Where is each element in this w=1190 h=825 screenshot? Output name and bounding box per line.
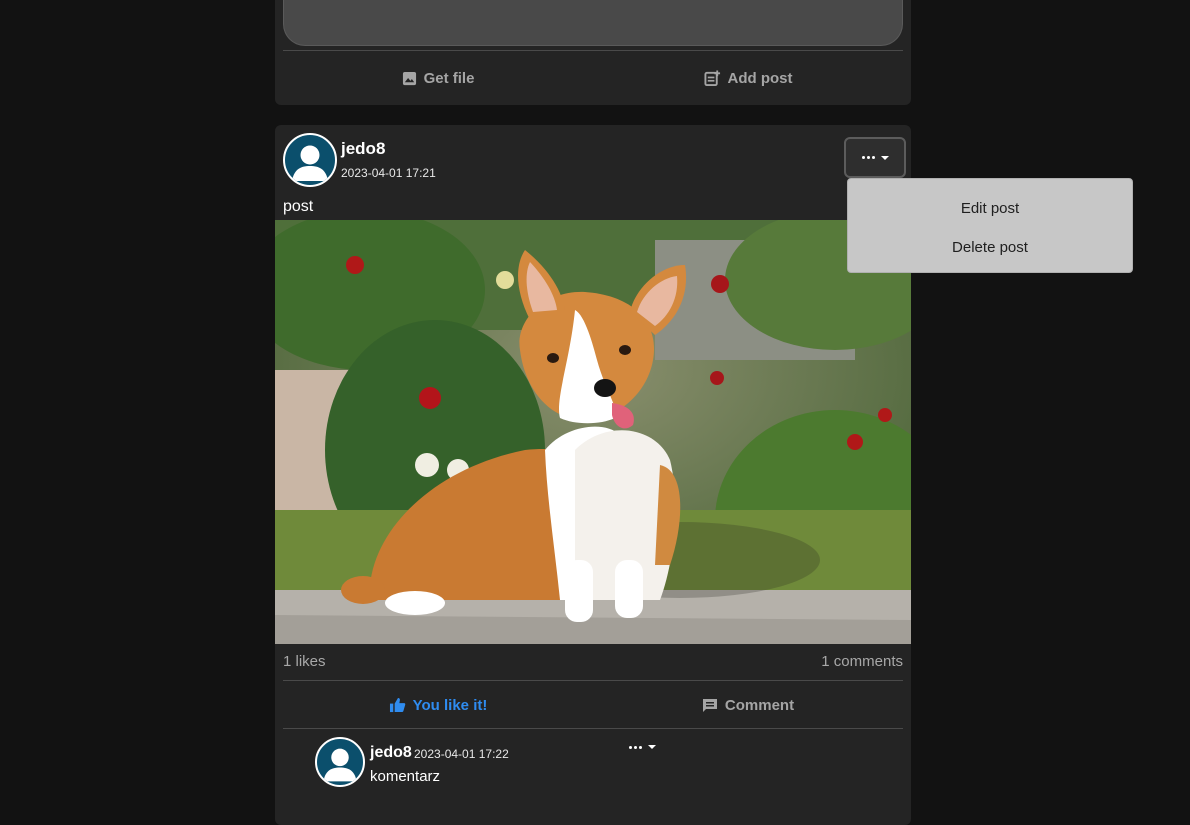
more-icon [861,156,875,159]
avatar[interactable] [283,133,337,187]
post-author[interactable]: jedo8 [341,139,385,159]
comment-button[interactable]: Comment [593,682,903,728]
post-date: 2023-04-01 17:21 [341,166,436,180]
like-button[interactable]: You like it! [283,682,593,728]
comment-avatar[interactable] [315,737,365,787]
delete-post-menu-item[interactable]: Delete post [848,228,1132,267]
more-icon [629,745,642,749]
comment-label: Comment [724,696,795,714]
post-actions: You like it! Comment [283,682,903,728]
likes-count[interactable]: 1 likes [283,653,326,670]
post-card: jedo8 2023-04-01 17:21 post 1 likes 1 co… [275,125,911,825]
comment-author[interactable]: jedo8 [370,744,412,762]
add-post-label: Add post [727,69,793,87]
post-options-menu: Edit post Delete post [847,178,1133,273]
post-image[interactable] [275,220,911,644]
post-stats: 1 likes 1 comments [283,653,903,670]
chevron-down-icon [880,155,889,160]
create-post-actions: Get file Add post [283,51,903,105]
comments-count[interactable]: 1 comments [821,653,903,670]
divider [283,728,903,729]
comment-options-button[interactable] [629,745,656,749]
add-post-button[interactable]: Add post [593,51,903,105]
get-file-label: Get file [423,69,475,87]
comment-icon [702,698,718,713]
create-post-card: Get file Add post [275,0,911,105]
post-textarea[interactable] [283,0,903,46]
comment-date: 2023-04-01 17:22 [414,747,509,761]
post-options-button[interactable] [844,137,906,178]
post-text: post [283,198,314,215]
add-post-icon [703,69,721,87]
edit-post-menu-item[interactable]: Edit post [848,189,1132,228]
like-label: You like it! [412,696,488,714]
chevron-down-icon [648,745,656,749]
divider [283,680,903,681]
comment-text: komentarz [370,768,441,785]
image-icon [402,71,417,86]
get-file-button[interactable]: Get file [283,51,593,105]
thumbs-up-icon [389,697,406,713]
